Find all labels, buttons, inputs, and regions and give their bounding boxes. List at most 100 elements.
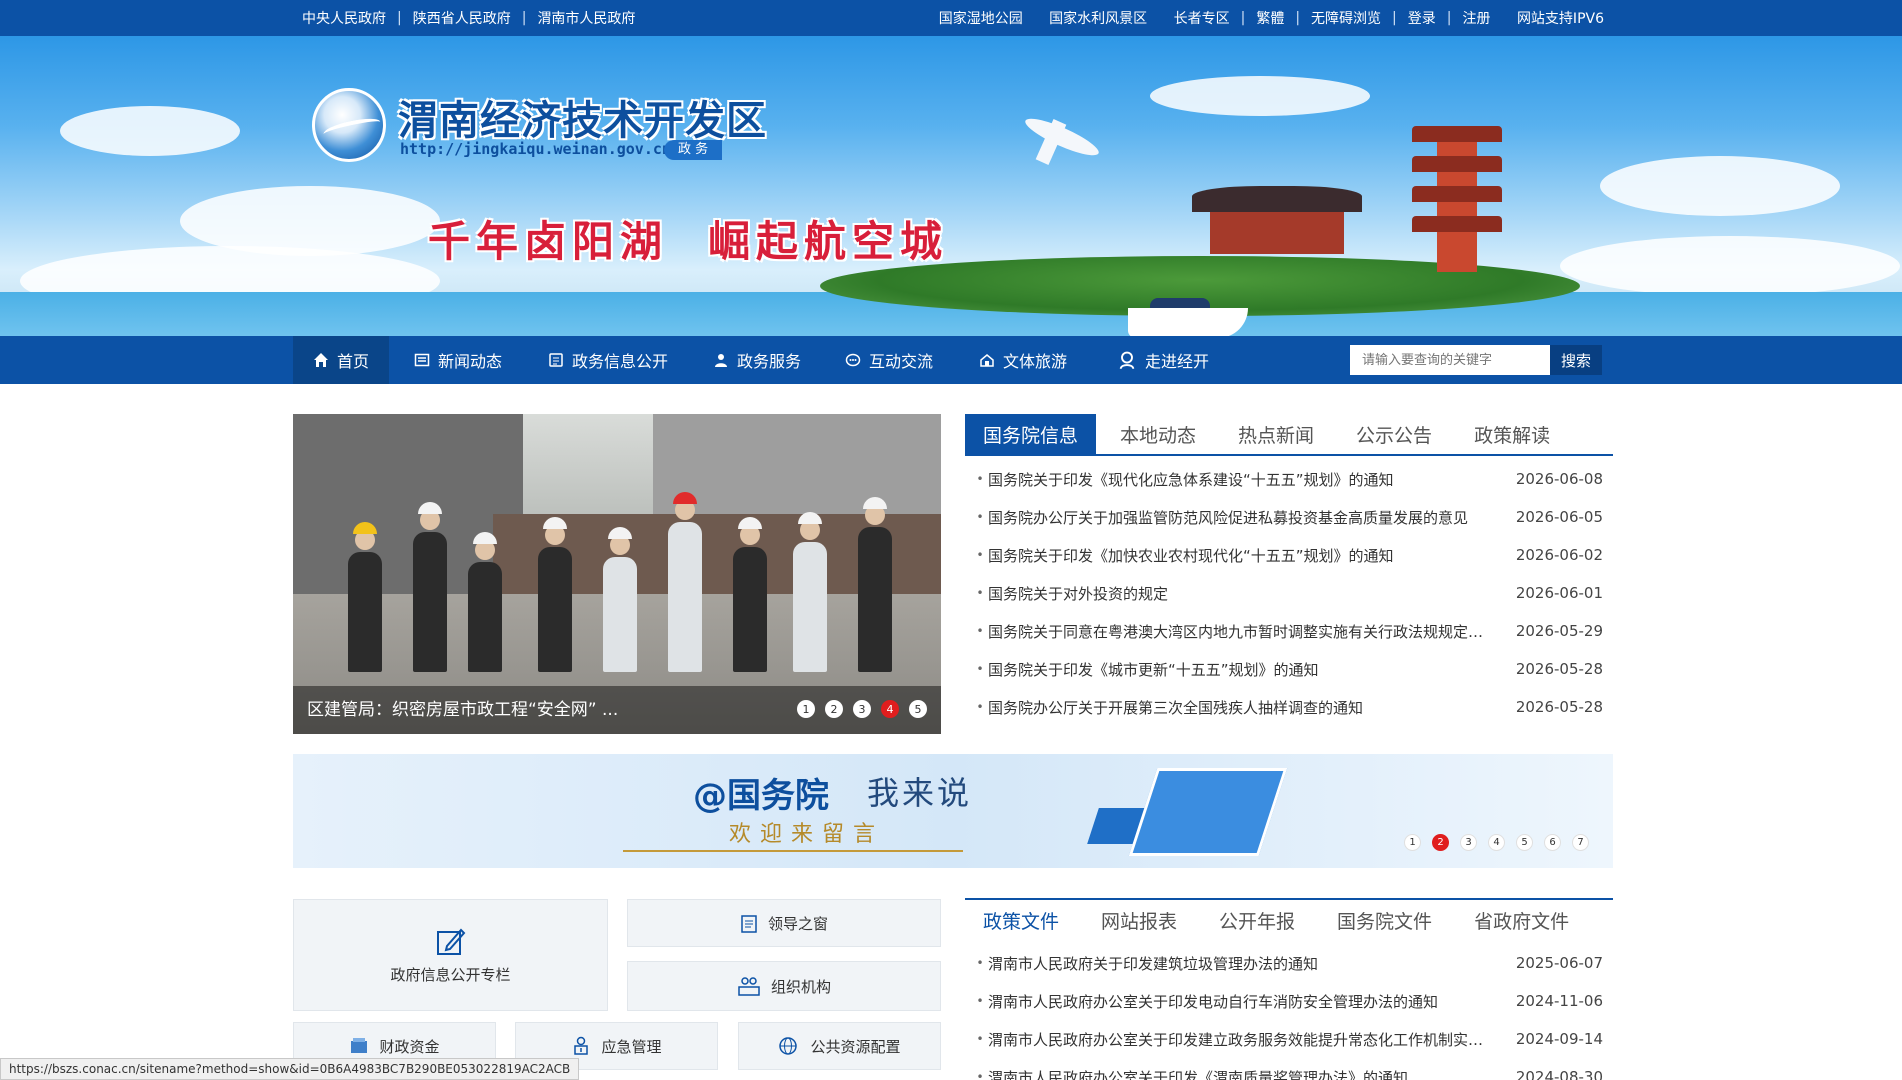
- news-title[interactable]: 国务院办公厅关于加强监管防范风险促进私募投资基金高质量发展的意见: [988, 507, 1513, 528]
- news-item[interactable]: • 国务院关于印发《城市更新“十五五”规划》的通知 2026-05-28: [972, 650, 1603, 688]
- policy-date: 2024-09-14: [1515, 1030, 1603, 1048]
- link-wetland-park[interactable]: 国家湿地公园: [939, 8, 1023, 28]
- ad-dot[interactable]: 6: [1544, 834, 1561, 851]
- link-register[interactable]: 注册: [1462, 8, 1490, 28]
- news-item[interactable]: • 国务院关于印发《加快农业农村现代化“十五五”规划》的通知 2026-06-02: [972, 536, 1603, 574]
- slider-dot[interactable]: 3: [853, 700, 871, 718]
- bullet: •: [976, 510, 984, 524]
- policy-title[interactable]: 渭南市人民政府关于印发建筑垃圾管理办法的通知: [988, 953, 1513, 974]
- nav-home[interactable]: 首页: [293, 336, 390, 384]
- tab-local-news[interactable]: 本地动态: [1102, 414, 1214, 454]
- news-date: 2026-05-28: [1515, 660, 1603, 678]
- link-accessibility[interactable]: 无障碍浏览: [1311, 8, 1381, 28]
- link-central-gov[interactable]: 中央人民政府: [302, 8, 386, 28]
- news-item[interactable]: • 国务院关于印发《现代化应急体系建设“十五五”规划》的通知 2026-06-08: [972, 460, 1603, 498]
- policy-tabs: 政策文件 网站报表 公开年报 国务院文件 省政府文件: [965, 900, 1593, 940]
- nav-gov-info[interactable]: 政务信息公开: [548, 336, 668, 384]
- cloud-decoration: [1560, 236, 1900, 296]
- ad-dot[interactable]: 5: [1516, 834, 1533, 851]
- nav-tourism[interactable]: 文体旅游: [979, 336, 1067, 384]
- nav-home-label: 首页: [337, 352, 370, 371]
- tab-state-council-info[interactable]: 国务院信息: [965, 414, 1097, 454]
- policy-item[interactable]: • 渭南市人民政府办公室关于印发《渭南质量奖管理办法》的通知 2024-08-30: [972, 1058, 1603, 1080]
- news-title[interactable]: 国务院办公厅关于开展第三次全国残疾人抽样调查的通知: [988, 697, 1513, 718]
- location-icon: [1119, 351, 1135, 370]
- news-title[interactable]: 国务院关于印发《加快农业农村现代化“十五五”规划》的通知: [988, 545, 1513, 566]
- gov-info-column-link[interactable]: 政府信息公开专栏: [293, 899, 608, 1011]
- news-item[interactable]: • 国务院关于对外投资的规定 2026-06-01: [972, 574, 1603, 612]
- policy-item[interactable]: • 渭南市人民政府关于印发建筑垃圾管理办法的通知 2025-06-07: [972, 944, 1603, 982]
- slider-caption[interactable]: 区建管局：织密房屋市政工程“安全网” ...: [307, 686, 618, 734]
- link-water-scenic[interactable]: 国家水利风景区: [1049, 8, 1147, 28]
- header-banner: 渭南经济技术开发区 http://jingkaiqu.weinan.gov.cn…: [0, 36, 1902, 336]
- photo-slider[interactable]: 区建管局：织密房屋市政工程“安全网” ... 1 2 3 4 5: [293, 414, 941, 734]
- globe-icon: [779, 1037, 798, 1055]
- bullet: •: [976, 548, 984, 562]
- organization-link[interactable]: 组织机构: [627, 961, 941, 1011]
- link-elderly-zone[interactable]: 长者专区: [1174, 8, 1230, 28]
- policy-title[interactable]: 渭南市人民政府办公室关于印发电动自行车消防安全管理办法的通知: [988, 991, 1513, 1012]
- policy-item[interactable]: • 渭南市人民政府办公室关于印发电动自行车消防安全管理办法的通知 2024-11-0…: [972, 982, 1603, 1020]
- news-item[interactable]: • 国务院办公厅关于加强监管防范风险促进私募投资基金高质量发展的意见 2026-06…: [972, 498, 1603, 536]
- photo-person: [413, 502, 447, 672]
- link-weinan-gov[interactable]: 渭南市人民政府: [537, 8, 635, 28]
- news-item[interactable]: • 国务院关于同意在粤港澳大湾区内地九市暂时调整实施有关行政法规规定的批复 2026…: [972, 612, 1603, 650]
- slider-dot-active[interactable]: 4: [881, 700, 899, 718]
- ad-dot[interactable]: 3: [1460, 834, 1477, 851]
- cloud-decoration: [1150, 76, 1370, 116]
- tab-province-docs[interactable]: 省政府文件: [1456, 900, 1587, 940]
- slider-caption-bar: 区建管局：织密房屋市政工程“安全网” ... 1 2 3 4 5: [293, 686, 941, 734]
- slider-dot[interactable]: 1: [797, 700, 815, 718]
- tab-policy-docs[interactable]: 政策文件: [965, 900, 1077, 940]
- separator: |: [1240, 10, 1246, 26]
- slider-dot[interactable]: 5: [909, 700, 927, 718]
- policy-date: 2024-11-06: [1515, 992, 1603, 1010]
- policy-item[interactable]: • 渭南市人民政府办公室关于印发建立政务服务效能提升常态化工作机制实施方案的通知 2…: [972, 1020, 1603, 1058]
- photo-person: [603, 527, 637, 672]
- emergency-person-icon: [574, 1036, 589, 1055]
- news-date: 2026-05-29: [1515, 622, 1603, 640]
- nav-news[interactable]: 新闻动态: [414, 336, 502, 384]
- bullet: •: [976, 586, 984, 600]
- site-title: 渭南经济技术开发区: [398, 98, 767, 144]
- link-shaanxi-gov[interactable]: 陕西省人民政府: [413, 8, 511, 28]
- ad-dot[interactable]: 4: [1488, 834, 1505, 851]
- ad-dot[interactable]: 7: [1572, 834, 1589, 851]
- bullet: •: [976, 956, 984, 970]
- nav-about[interactable]: 走进经开: [1117, 336, 1209, 384]
- tab-hot-news[interactable]: 热点新闻: [1220, 414, 1332, 454]
- link-login[interactable]: 登录: [1408, 8, 1436, 28]
- separator: |: [1446, 10, 1452, 26]
- news-title[interactable]: 国务院关于印发《城市更新“十五五”规划》的通知: [988, 659, 1513, 680]
- tab-state-council-docs[interactable]: 国务院文件: [1319, 900, 1450, 940]
- slider-dot[interactable]: 2: [825, 700, 843, 718]
- ad-dot-active[interactable]: 2: [1432, 834, 1449, 851]
- nav-news-label: 新闻动态: [438, 352, 503, 371]
- slogan-1: 千年卤阳湖: [428, 217, 669, 266]
- news-title[interactable]: 国务院关于印发《现代化应急体系建设“十五五”规划》的通知: [988, 469, 1513, 490]
- tab-annual-reports[interactable]: 公开年报: [1201, 900, 1313, 940]
- news-title[interactable]: 国务院关于对外投资的规定: [988, 583, 1513, 604]
- news-title[interactable]: 国务院关于同意在粤港澳大湾区内地九市暂时调整实施有关行政法规规定的批复: [988, 621, 1513, 642]
- search-input[interactable]: [1350, 345, 1550, 375]
- tab-announcements[interactable]: 公示公告: [1338, 414, 1450, 454]
- leader-window-link[interactable]: 领导之窗: [627, 899, 941, 947]
- message-ad-banner[interactable]: @国务院 我来说 欢迎来留言 1 2 3 4 5 6 7: [293, 754, 1613, 868]
- nav-gov-service[interactable]: 政务服务: [713, 336, 801, 384]
- ad-subtitle: 欢迎来留言: [729, 822, 885, 847]
- ad-dot[interactable]: 1: [1404, 834, 1421, 851]
- public-resources-link[interactable]: 公共资源配置: [738, 1022, 941, 1070]
- nav-interaction[interactable]: 互动交流: [845, 336, 933, 384]
- policy-title[interactable]: 渭南市人民政府办公室关于印发《渭南质量奖管理办法》的通知: [988, 1067, 1513, 1080]
- news-list: • 国务院关于印发《现代化应急体系建设“十五五”规划》的通知 2026-06-08 …: [972, 460, 1603, 726]
- tab-policy-interpretation[interactable]: 政策解读: [1456, 414, 1568, 454]
- photo-person: [793, 512, 827, 672]
- news-item[interactable]: • 国务院办公厅关于开展第三次全国残疾人抽样调查的通知 2026-05-28: [972, 688, 1603, 726]
- policy-title[interactable]: 渭南市人民政府办公室关于印发建立政务服务效能提升常态化工作机制实施方案的通知: [988, 1029, 1513, 1050]
- tab-underline: [965, 454, 1613, 456]
- link-traditional[interactable]: 繁體: [1256, 8, 1284, 28]
- search-button[interactable]: 搜索: [1550, 345, 1602, 375]
- home-icon: [314, 353, 328, 367]
- tab-site-reports[interactable]: 网站报表: [1083, 900, 1195, 940]
- site-logo[interactable]: [312, 88, 386, 162]
